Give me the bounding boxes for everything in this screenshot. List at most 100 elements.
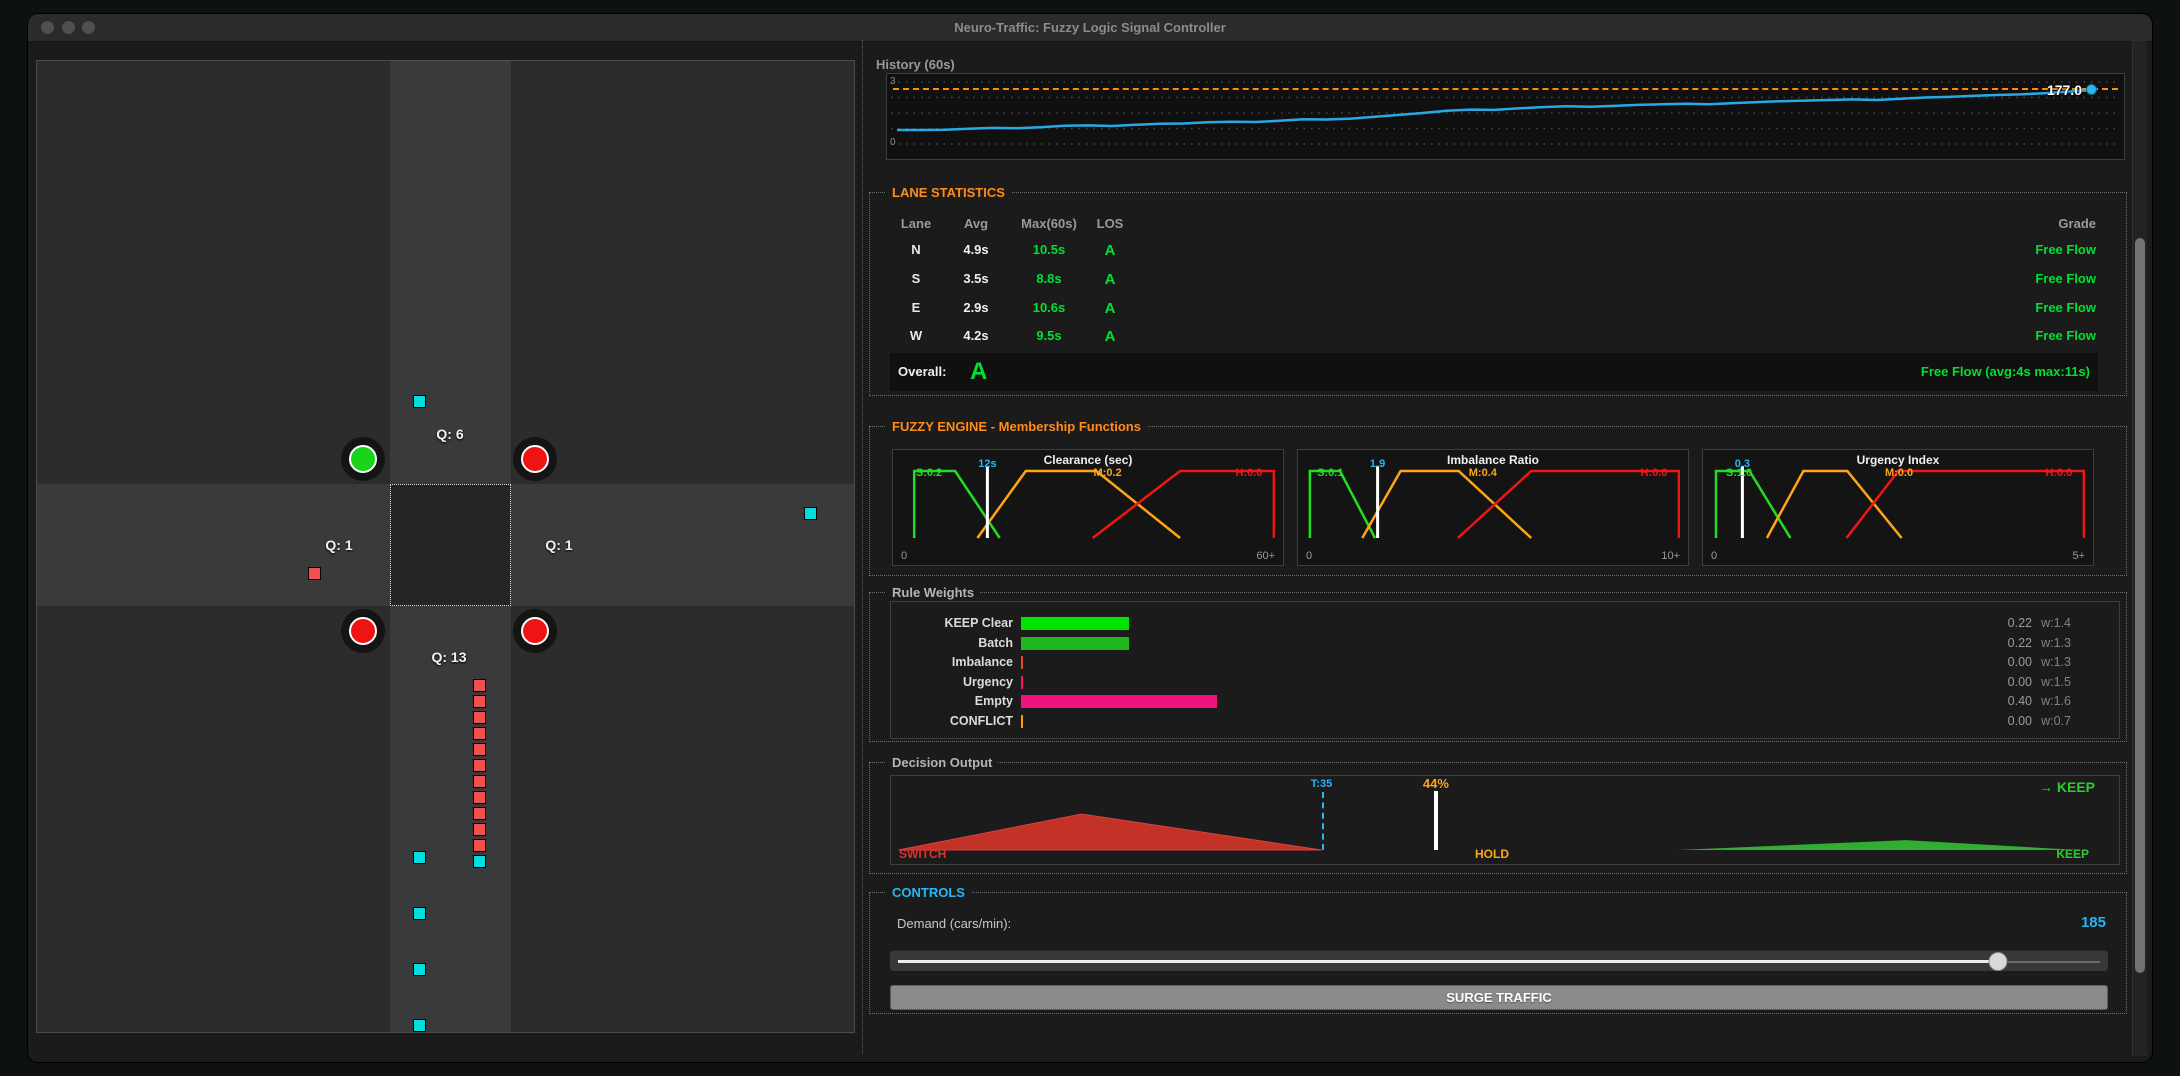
overall-grade-row: Overall: A Free Flow (avg:4s max:11s) bbox=[890, 353, 2098, 391]
x-max-label: 5+ bbox=[2072, 550, 2085, 562]
lane-grade: Free Flow bbox=[1796, 300, 2096, 315]
decision-plot: T:35 44% SWITCH HOLD KEEP → KEEP bbox=[890, 775, 2120, 865]
lane-max: 10.6s bbox=[1009, 300, 1089, 315]
rule-label: Imbalance bbox=[891, 655, 1013, 669]
car bbox=[413, 851, 426, 864]
crisp-input-marker-label: 1.9 bbox=[1370, 458, 1385, 470]
lane-grade: Free Flow bbox=[1796, 328, 2096, 343]
controls-title: CONTROLS bbox=[886, 885, 971, 900]
car bbox=[473, 839, 486, 852]
vertical-scrollbar[interactable] bbox=[2132, 41, 2147, 1056]
membership-label: H:0.0 bbox=[1641, 467, 1668, 479]
lane-los: A bbox=[1088, 328, 1132, 345]
history-endpoint-dot bbox=[2086, 84, 2097, 95]
table-row: N 4.9s 10.5s A Free Flow bbox=[870, 242, 2126, 260]
car bbox=[473, 695, 486, 708]
car bbox=[473, 775, 486, 788]
surge-traffic-button[interactable]: SURGE TRAFFIC bbox=[890, 985, 2108, 1010]
decision-output-title: Decision Output bbox=[886, 755, 998, 770]
history-ymin-label: 0 bbox=[890, 137, 896, 148]
decision-output-section: Decision Output T:35 44% SWITCH HOLD KEE… bbox=[869, 762, 2127, 874]
lane-name: N bbox=[896, 242, 936, 257]
intersection-box bbox=[390, 484, 511, 606]
rule-label: Urgency bbox=[891, 675, 1013, 689]
x-min-label: 0 bbox=[901, 550, 907, 562]
window-title: Neuro-Traffic: Fuzzy Logic Signal Contro… bbox=[28, 14, 2152, 41]
rule-weight-value: w:1.3 bbox=[2019, 655, 2071, 669]
membership-label: S:0.2 bbox=[916, 467, 942, 479]
lane-max: 8.8s bbox=[1009, 271, 1089, 286]
traffic-light-bulb bbox=[521, 617, 549, 645]
lane-grade: Free Flow bbox=[1796, 242, 2096, 257]
output-percent-label: 44% bbox=[1423, 776, 1449, 791]
x-max-label: 10+ bbox=[1661, 550, 1680, 562]
lane-max: 9.5s bbox=[1009, 328, 1089, 343]
x-min-label: 0 bbox=[1306, 550, 1312, 562]
lane-grade: Free Flow bbox=[1796, 271, 2096, 286]
rule-row: Imbalance0.00w:1.3 bbox=[891, 655, 2119, 672]
demand-value: 185 bbox=[2081, 914, 2106, 931]
slider-filled-track bbox=[898, 960, 1990, 963]
membership-chart-imbalance: Imbalance Ratio010+1.9S:0.1M:0.4H:0.0 bbox=[1297, 449, 1689, 566]
window-titlebar: Neuro-Traffic: Fuzzy Logic Signal Contro… bbox=[28, 14, 2152, 42]
rule-weight-value: w:1.3 bbox=[2019, 636, 2071, 650]
rule-weights-title: Rule Weights bbox=[886, 585, 980, 600]
rule-activation-bar bbox=[1021, 617, 1129, 630]
rule-weight-value: w:1.4 bbox=[2019, 616, 2071, 630]
x-max-label: 60+ bbox=[1256, 550, 1275, 562]
lane-los: A bbox=[1088, 271, 1132, 288]
membership-plot bbox=[903, 464, 1275, 546]
lane-avg: 2.9s bbox=[954, 300, 998, 315]
decision-result-badge: → KEEP bbox=[2039, 779, 2095, 795]
history-section-title: History (60s) bbox=[876, 57, 955, 72]
controls-section: CONTROLS Demand (cars/min): 185 SURGE TR… bbox=[869, 892, 2127, 1014]
car bbox=[473, 823, 486, 836]
car bbox=[473, 679, 486, 692]
car bbox=[804, 507, 817, 520]
membership-chart-clearance: Clearance (sec)060+12sS:0.2M:0.2H:0.0 bbox=[892, 449, 1284, 566]
demand-slider[interactable] bbox=[890, 950, 2108, 971]
traffic-light-bulb bbox=[349, 445, 377, 473]
col-grade: Grade bbox=[1796, 216, 2096, 231]
membership-label: M:0.4 bbox=[1469, 467, 1497, 479]
hold-label: HOLD bbox=[1475, 847, 1509, 861]
col-los: LOS bbox=[1088, 216, 1132, 231]
membership-label: M:0.2 bbox=[1094, 467, 1122, 479]
lane-statistics-section: LANE STATISTICS Lane Avg Max(60s) LOS Gr… bbox=[869, 192, 2127, 396]
rule-activation-bar bbox=[1021, 695, 1217, 708]
car bbox=[413, 1019, 426, 1032]
table-row: W 4.2s 9.5s A Free Flow bbox=[870, 328, 2126, 346]
switch-label: SWITCH bbox=[899, 847, 946, 861]
car bbox=[473, 791, 486, 804]
car bbox=[473, 727, 486, 740]
traffic-light-bulb bbox=[349, 617, 377, 645]
overall-grade-text: Free Flow (avg:4s max:11s) bbox=[1921, 364, 2090, 379]
fuzzy-engine-title: FUZZY ENGINE - Membership Functions bbox=[886, 419, 1147, 434]
car bbox=[413, 907, 426, 920]
table-row: E 2.9s 10.6s A Free Flow bbox=[870, 300, 2126, 318]
queue-count-label: Q: 1 bbox=[325, 537, 352, 553]
demand-slider-handle[interactable] bbox=[1989, 952, 2008, 971]
dashboard-panel: History (60s) 3 0 177.0 LANE STATISTICS … bbox=[862, 40, 2131, 1054]
membership-label: H:0.0 bbox=[1236, 467, 1263, 479]
membership-label: H:0.0 bbox=[2046, 467, 2073, 479]
x-min-label: 0 bbox=[1711, 550, 1717, 562]
scrollbar-thumb[interactable] bbox=[2135, 238, 2145, 973]
lane-statistics-title: LANE STATISTICS bbox=[886, 185, 1011, 200]
keep-label: KEEP bbox=[2056, 847, 2089, 861]
car bbox=[473, 855, 486, 868]
lane-avg: 3.5s bbox=[954, 271, 998, 286]
col-lane: Lane bbox=[896, 216, 936, 231]
history-ymax-label: 3 bbox=[890, 76, 896, 87]
fuzzy-engine-section: FUZZY ENGINE - Membership Functions Clea… bbox=[869, 426, 2127, 576]
traffic-light-bulb bbox=[521, 445, 549, 473]
rule-weight-value: w:1.5 bbox=[2019, 675, 2071, 689]
lane-table-header: Lane Avg Max(60s) LOS Grade bbox=[870, 216, 2126, 234]
threshold-marker-line bbox=[1322, 792, 1324, 850]
col-max: Max(60s) bbox=[1009, 216, 1089, 231]
rule-activation-bar bbox=[1021, 676, 1023, 689]
car bbox=[473, 759, 486, 772]
rule-row: Urgency0.00w:1.5 bbox=[891, 675, 2119, 692]
rule-row: KEEP Clear0.22w:1.4 bbox=[891, 616, 2119, 633]
rule-weights-section: Rule Weights KEEP Clear0.22w:1.4Batch0.2… bbox=[869, 592, 2127, 742]
